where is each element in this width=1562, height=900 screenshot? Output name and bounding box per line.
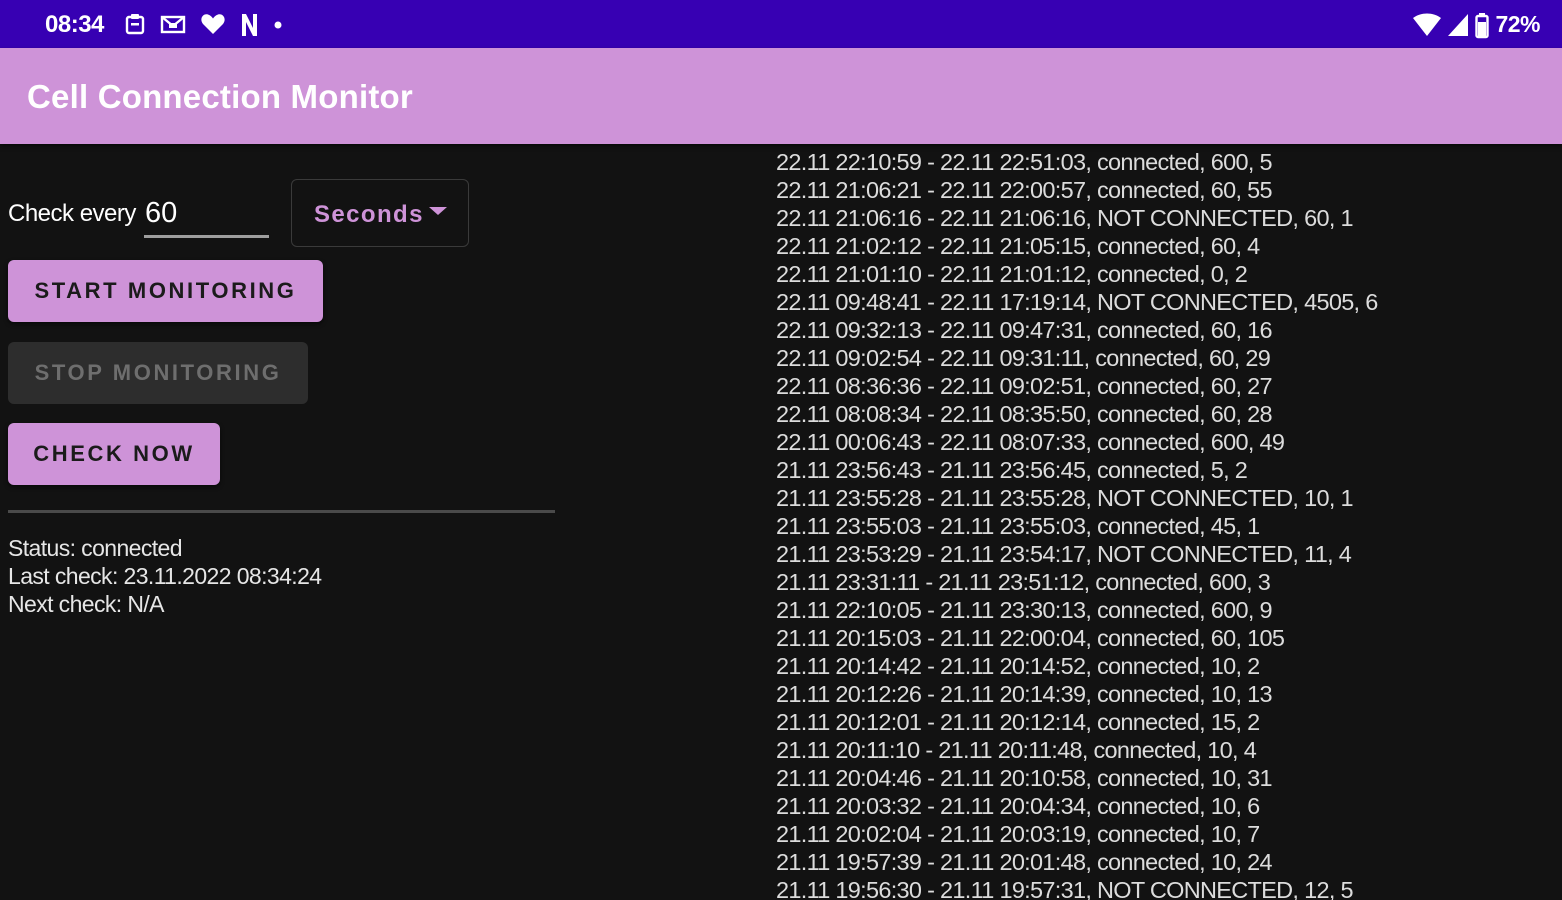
log-entry: 21.11 20:12:26 - 21.11 20:14:39, connect… xyxy=(776,681,1273,707)
stop-monitoring-button[interactable]: STOP MONITORING xyxy=(8,342,308,404)
interval-input[interactable] xyxy=(144,192,269,238)
notification-icons xyxy=(124,10,284,38)
unit-dropdown[interactable]: Seconds xyxy=(291,179,469,247)
log-entry: 21.11 19:56:30 - 21.11 19:57:31, NOT CON… xyxy=(776,877,1354,900)
notification-mail-icon xyxy=(160,13,186,35)
log-entry: 21.11 20:04:46 - 21.11 20:10:58, connect… xyxy=(776,765,1273,791)
log-entry: 22.11 21:02:12 - 22.11 21:05:15, connect… xyxy=(776,233,1260,259)
log-entry: 21.11 23:55:28 - 21.11 23:55:28, NOT CON… xyxy=(776,485,1354,511)
battery-percent: 72% xyxy=(1495,10,1540,37)
log-entry: 21.11 20:11:10 - 21.11 20:11:48, connect… xyxy=(776,737,1257,763)
notification-clipboard-icon xyxy=(124,13,146,35)
log-entry: 21.11 23:31:11 - 21.11 23:51:12, connect… xyxy=(776,569,1271,595)
status-line: Status: connected xyxy=(8,535,183,561)
cell-signal-icon xyxy=(1447,13,1469,36)
n-app-icon xyxy=(240,13,258,36)
log-entry: 21.11 20:03:32 - 21.11 20:04:34, connect… xyxy=(776,793,1260,819)
wifi-icon xyxy=(1413,13,1442,36)
log-entry: 22.11 09:48:41 - 22.11 17:19:14, NOT CON… xyxy=(776,289,1378,315)
dropdown-arrow-icon xyxy=(429,207,447,215)
heart-icon xyxy=(200,13,226,35)
log-entry: 21.11 23:53:29 - 21.11 23:54:17, NOT CON… xyxy=(776,541,1352,567)
log-entry: 21.11 20:12:01 - 21.11 20:12:14, connect… xyxy=(776,709,1260,735)
log-entry: 22.11 22:10:59 - 22.11 22:51:03, connect… xyxy=(776,149,1273,175)
app-bar: Cell Connection Monitor xyxy=(0,48,1562,144)
system-icons: 72% xyxy=(1413,10,1540,39)
divider xyxy=(8,510,555,513)
last-check-line: Last check: 23.11.2022 08:34:24 xyxy=(8,563,322,589)
status-info: Status: connected Last check: 23.11.2022… xyxy=(8,534,322,618)
log-entry: 22.11 08:08:34 - 22.11 08:35:50, connect… xyxy=(776,401,1273,427)
check-now-button[interactable]: CHECK NOW xyxy=(8,423,220,485)
connection-log-list[interactable]: 22.11 22:10:59 - 22.11 22:51:03, connect… xyxy=(776,148,1556,900)
log-entry: 21.11 22:10:05 - 21.11 23:30:13, connect… xyxy=(776,597,1273,623)
log-entry: 22.11 21:01:10 - 22.11 21:01:12, connect… xyxy=(776,261,1248,287)
log-entry: 22.11 21:06:16 - 22.11 21:06:16, NOT CON… xyxy=(776,205,1354,231)
dot-icon xyxy=(272,13,284,35)
log-entry: 22.11 09:32:13 - 22.11 09:47:31, connect… xyxy=(776,317,1273,343)
log-entry: 21.11 20:14:42 - 21.11 20:14:52, connect… xyxy=(776,653,1260,679)
log-entry: 22.11 21:06:21 - 22.11 22:00:57, connect… xyxy=(776,177,1273,203)
unit-dropdown-value: Seconds xyxy=(314,201,424,228)
next-check-line: Next check: N/A xyxy=(8,591,164,617)
check-every-label: Check every xyxy=(8,200,136,227)
battery-icon xyxy=(1475,13,1490,39)
log-entry: 21.11 20:15:03 - 21.11 22:00:04, connect… xyxy=(776,625,1285,651)
start-monitoring-button[interactable]: START MONITORING xyxy=(8,260,323,322)
log-entry: 21.11 23:55:03 - 21.11 23:55:03, connect… xyxy=(776,513,1260,539)
log-entry: 22.11 08:36:36 - 22.11 09:02:51, connect… xyxy=(776,373,1273,399)
status-bar: 08:34 72% xyxy=(0,0,1562,48)
status-time: 08:34 xyxy=(45,11,104,38)
log-entry: 22.11 09:02:54 - 22.11 09:31:11, connect… xyxy=(776,345,1271,371)
app-title: Cell Connection Monitor xyxy=(27,78,413,115)
log-entry: 21.11 19:57:39 - 21.11 20:01:48, connect… xyxy=(776,849,1273,875)
log-entry: 21.11 23:56:43 - 21.11 23:56:45, connect… xyxy=(776,457,1248,483)
log-entry: 22.11 00:06:43 - 22.11 08:07:33, connect… xyxy=(776,429,1285,455)
log-entry: 21.11 20:02:04 - 21.11 20:03:19, connect… xyxy=(776,821,1260,847)
